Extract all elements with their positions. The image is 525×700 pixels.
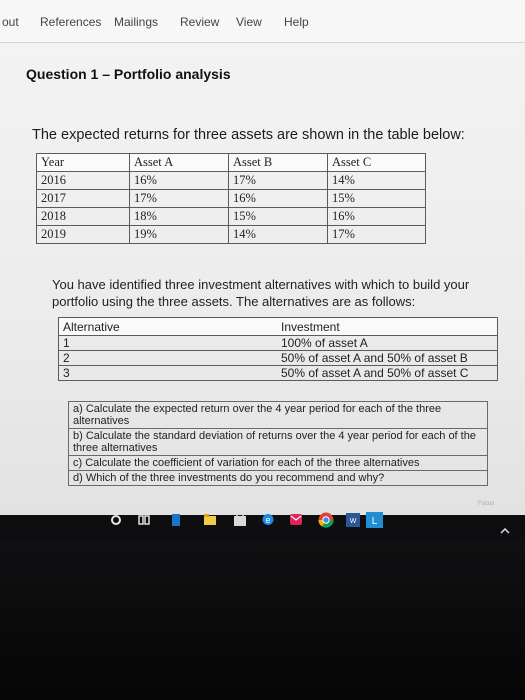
cell-asset-a: 16% [129, 171, 229, 190]
question-a: a) Calculate the expected return over th… [69, 402, 487, 429]
cell-asset-b: 15% [228, 207, 328, 226]
chevron-up-icon[interactable] [500, 528, 510, 534]
cell-asset-b: 14% [228, 225, 328, 244]
header-asset-c: Asset C [327, 153, 426, 172]
cell-asset-c: 17% [327, 225, 426, 244]
cell-asset-b: 16% [228, 189, 328, 208]
header-alternative: Alternative [58, 317, 277, 336]
cell-investment: 50% of asset A and 50% of asset C [277, 365, 498, 381]
cell-asset-c: 16% [327, 207, 426, 226]
table-header-row: Alternative Investment [58, 317, 498, 336]
cell-investment: 50% of asset A and 50% of asset B [277, 350, 498, 366]
header-asset-b: Asset B [228, 153, 328, 172]
table-header-row: Year Asset A Asset B Asset C [36, 153, 426, 172]
laptop-screen: out References Mailings Review View Help… [0, 0, 525, 515]
header-year: Year [36, 153, 130, 172]
question-d: d) Which of the three investments do you… [73, 472, 385, 484]
table-row: 3 50% of asset A and 50% of asset C [58, 365, 498, 381]
svg-text:L: L [372, 516, 378, 527]
cell-year: 2016 [36, 171, 130, 190]
question-b: b) Calculate the standard deviation of r… [69, 429, 487, 456]
table-row: 2017 17% 16% 15% [36, 189, 426, 208]
task-view-icon[interactable] [138, 514, 150, 526]
cell-year: 2019 [36, 225, 130, 244]
question-c: c) Calculate the coefficient of variatio… [69, 456, 487, 471]
cell-alternative: 1 [58, 335, 277, 351]
tab-mailings[interactable]: Mailings [112, 15, 160, 29]
cell-alternative: 2 [58, 350, 277, 366]
tab-references[interactable]: References [38, 15, 103, 29]
cell-year: 2017 [36, 189, 130, 208]
cell-asset-c: 14% [327, 171, 426, 190]
svg-text:e: e [265, 515, 270, 525]
table-row: 2016 16% 17% 14% [36, 171, 426, 190]
tab-layout[interactable]: out [0, 15, 21, 29]
tab-review[interactable]: Review [178, 15, 221, 29]
cell-asset-a: 17% [129, 189, 229, 208]
questions-box: a) Calculate the expected return over th… [68, 401, 488, 486]
file-explorer-icon[interactable] [204, 514, 216, 526]
header-investment: Investment [277, 317, 498, 336]
alternatives-paragraph: You have identified three investment alt… [52, 277, 470, 309]
tab-view[interactable]: View [234, 15, 264, 29]
table-row: 1 100% of asset A [58, 335, 498, 351]
table-row: 2 50% of asset A and 50% of asset B [58, 350, 498, 366]
header-asset-a: Asset A [129, 153, 229, 172]
question-title: Question 1 – Portfolio analysis [26, 66, 231, 82]
taskbar: e W L [0, 500, 525, 540]
edge-browser-icon[interactable]: e [262, 513, 274, 526]
store-icon[interactable] [234, 513, 246, 526]
search-icon[interactable] [110, 514, 122, 526]
word-icon[interactable]: W [346, 513, 360, 527]
laptop-bezel [0, 540, 525, 700]
table-row: 2018 18% 15% 16% [36, 207, 426, 226]
intro-text: The expected returns for three assets ar… [32, 127, 465, 143]
cell-asset-a: 19% [129, 225, 229, 244]
ribbon-tabs: out References Mailings Review View Help [0, 0, 525, 43]
cell-asset-b: 17% [228, 171, 328, 190]
cell-investment: 100% of asset A [277, 335, 498, 351]
mail-icon[interactable] [290, 514, 302, 525]
table-row: 2019 19% 14% 17% [36, 225, 426, 244]
app-l-icon[interactable]: L [366, 512, 383, 528]
chrome-icon[interactable] [318, 512, 334, 528]
returns-table: Year Asset A Asset B Asset C 2016 16% 17… [36, 153, 426, 244]
cell-year: 2018 [36, 207, 130, 226]
alternatives-table: Alternative Investment 1 100% of asset A… [58, 317, 498, 381]
cell-alternative: 3 [58, 365, 277, 381]
tab-help[interactable]: Help [282, 15, 311, 29]
edge-icon[interactable] [172, 514, 182, 526]
cell-asset-a: 18% [129, 207, 229, 226]
cell-asset-c: 15% [327, 189, 426, 208]
svg-text:W: W [350, 518, 357, 525]
